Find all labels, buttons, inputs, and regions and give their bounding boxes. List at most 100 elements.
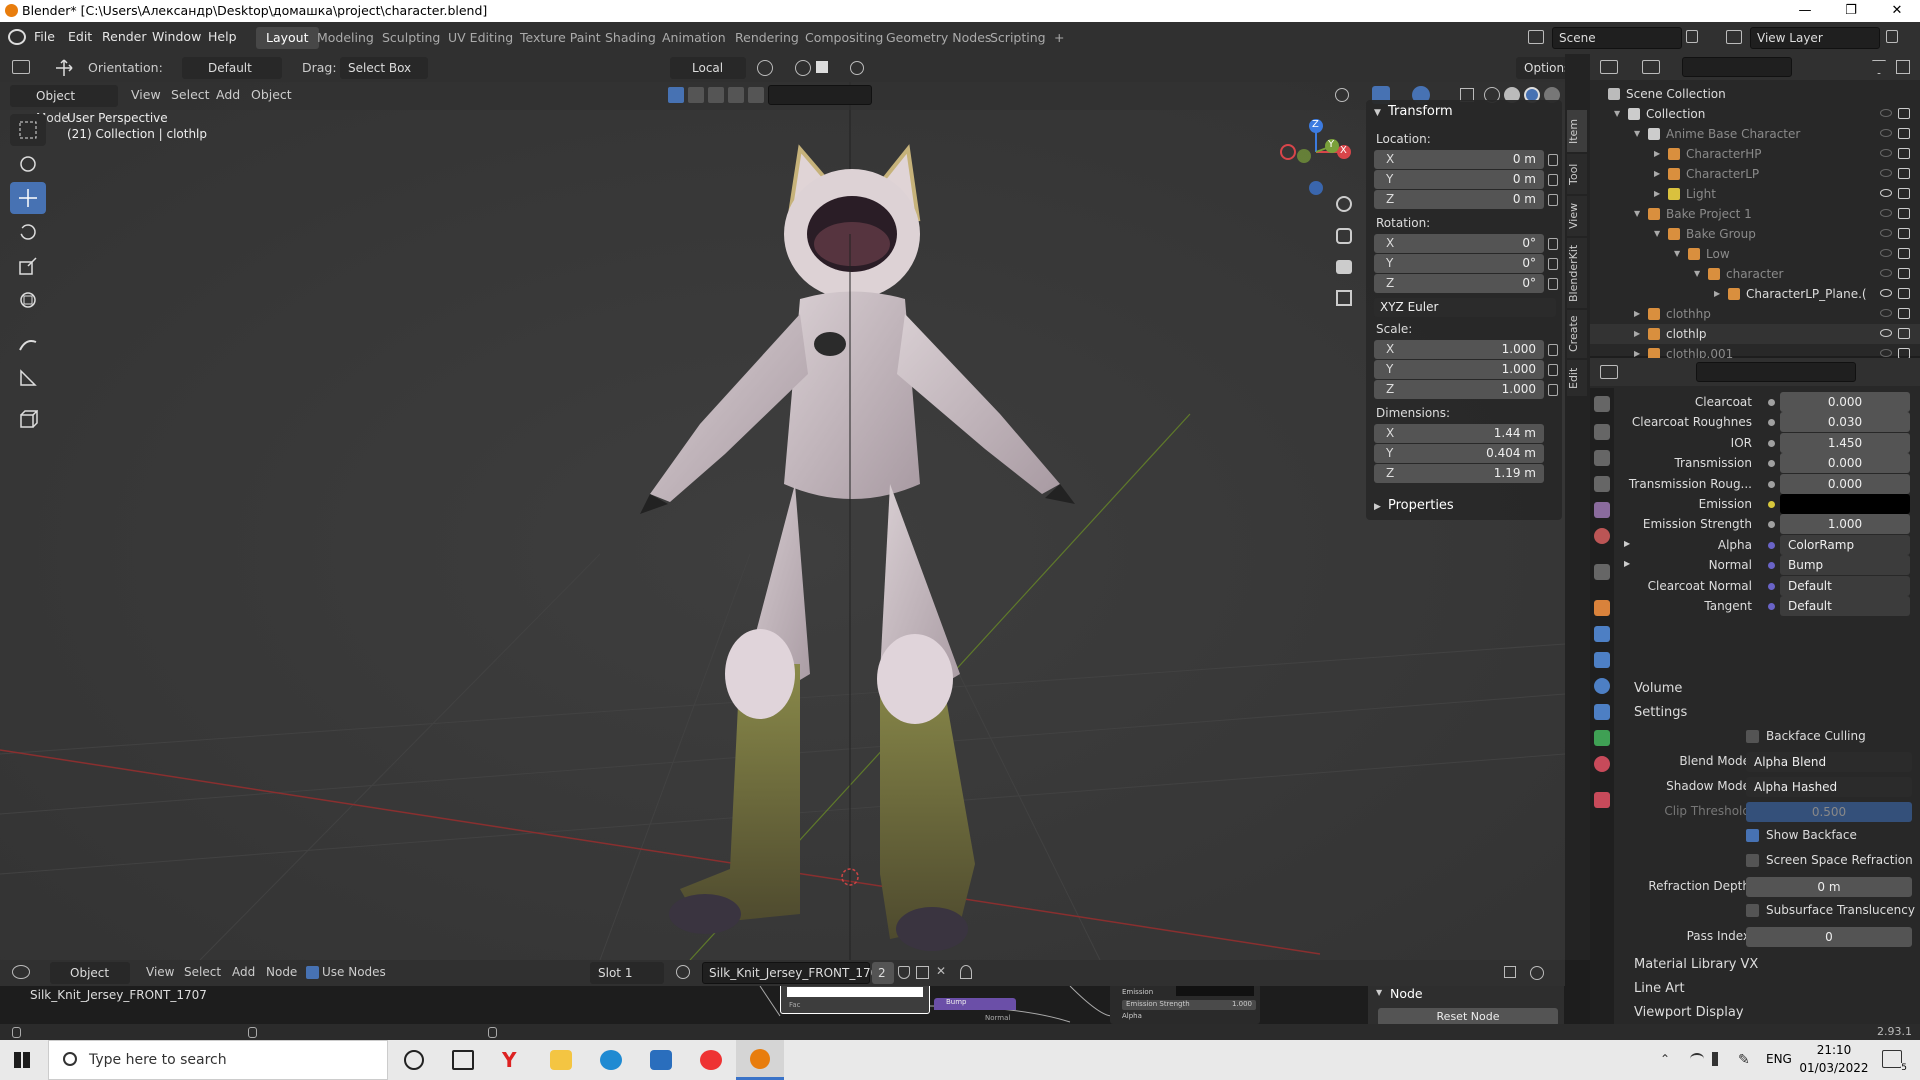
properties-search-field[interactable]	[1696, 362, 1856, 382]
input-value-field[interactable]: 0.000	[1780, 392, 1910, 412]
outliner-search-field[interactable]	[1682, 57, 1792, 77]
tool-scale[interactable]	[10, 250, 46, 282]
show-backface-checkbox[interactable]	[1746, 829, 1759, 842]
scale-z-field[interactable]: Z 1.000	[1374, 380, 1544, 399]
render-camera-icon[interactable]	[1898, 168, 1910, 179]
outliner-row[interactable]: ▼ character	[1590, 264, 1920, 284]
lock-icon[interactable]	[1548, 238, 1558, 250]
3d-viewport[interactable]: Orientation: Default Drag: Select Box Lo…	[0, 54, 1565, 960]
visibility-eye-icon[interactable]	[1880, 209, 1892, 217]
visibility-eye-icon[interactable]	[1880, 149, 1892, 157]
output-tab-icon[interactable]	[1594, 450, 1610, 466]
rotation-z-field[interactable]: Z 0°	[1374, 274, 1544, 293]
input-value-field[interactable]	[1780, 494, 1910, 514]
physics-tab-icon[interactable]	[1594, 678, 1610, 694]
visibility-eye-icon[interactable]	[1880, 189, 1892, 197]
parent-node-tree-icon[interactable]	[1504, 966, 1516, 978]
dimensions-y-field[interactable]: Y 0.404 m	[1374, 444, 1544, 463]
slot-dropdown[interactable]: Slot 1	[590, 962, 664, 984]
outliner-row[interactable]: ▶ clothlp	[1590, 324, 1920, 344]
visibility-eye-icon[interactable]	[1880, 329, 1892, 337]
material-name-field[interactable]: Silk_Knit_Jersey_FRONT_1707	[702, 962, 886, 984]
expand-arrow-icon[interactable]: ▶	[1714, 284, 1720, 304]
material-users-count[interactable]: 2	[872, 962, 894, 984]
input-value-field[interactable]: 0.000	[1780, 473, 1910, 494]
location-z-field[interactable]: Z0 m	[1374, 190, 1544, 209]
rotation-x-field[interactable]: X 0°	[1374, 234, 1544, 253]
settings-section[interactable]: Settings	[1614, 702, 1920, 724]
data-tab-icon[interactable]	[1594, 730, 1610, 746]
perspective-grid-icon[interactable]	[1336, 290, 1352, 306]
unlink-material-icon[interactable]: ✕	[936, 964, 946, 978]
backface-culling-checkbox[interactable]	[1746, 730, 1759, 743]
file-explorer-icon[interactable]	[550, 1050, 572, 1070]
pivot-dropdown[interactable]: Local	[670, 57, 746, 79]
tool-add-cube[interactable]	[10, 404, 46, 436]
viewport-menu-select[interactable]: Select	[171, 87, 210, 102]
windows-start-icon[interactable]	[14, 1052, 30, 1068]
n-tab-item[interactable]: Item	[1567, 110, 1587, 152]
collection-tab-icon[interactable]	[1594, 564, 1610, 580]
menu-window[interactable]: Window	[152, 29, 201, 44]
visibility-icon[interactable]	[1335, 88, 1349, 102]
lock-icon[interactable]	[1548, 258, 1558, 270]
scene-tab-icon[interactable]	[1594, 502, 1610, 518]
expand-arrow-icon[interactable]: ▶	[1634, 324, 1640, 344]
socket-dot-icon[interactable]	[1768, 582, 1775, 590]
maximize-button[interactable]: ❐	[1828, 0, 1874, 22]
scale-y-field[interactable]: Y 1.000	[1374, 360, 1544, 379]
select-mode-new-icon[interactable]	[668, 87, 684, 103]
pass-index-field[interactable]: 0	[1746, 927, 1912, 947]
properties-editor-type-icon[interactable]	[1600, 365, 1618, 379]
pan-hand-icon[interactable]	[1336, 228, 1352, 244]
tool-transform[interactable]	[10, 284, 46, 316]
scale-x-field[interactable]: X 1.000	[1374, 340, 1544, 359]
snap-target-icon[interactable]	[816, 61, 828, 73]
n-tab-tool[interactable]: Tool	[1567, 154, 1587, 194]
location-y-field[interactable]: Y0 m	[1374, 170, 1544, 189]
mail-icon[interactable]	[650, 1050, 672, 1070]
socket-dot-icon[interactable]	[1768, 501, 1775, 508]
input-value-field[interactable]: ColorRamp	[1780, 534, 1910, 555]
tray-chevron-icon[interactable]: ⌃	[1660, 1052, 1670, 1066]
collapse-arrow-icon[interactable]: ▼	[1374, 108, 1381, 118]
expand-arrow-icon[interactable]: ▼	[1674, 244, 1680, 264]
volume-section[interactable]: Volume	[1614, 678, 1920, 700]
language-indicator[interactable]: ENG	[1766, 1052, 1792, 1066]
emission-color-swatch[interactable]	[1176, 986, 1254, 996]
snap-icon[interactable]	[757, 60, 773, 76]
tool-cursor[interactable]	[10, 148, 46, 180]
tool-measure[interactable]	[10, 362, 46, 394]
outliner-row[interactable]: ▶ CharacterLP	[1590, 164, 1920, 184]
subsurface-translucency-checkbox[interactable]	[1746, 904, 1759, 917]
socket-dot-icon[interactable]	[1768, 480, 1775, 488]
task-view-icon[interactable]	[452, 1050, 474, 1070]
input-value-field[interactable]: Default	[1780, 575, 1910, 596]
outliner-row[interactable]: ▶ Light	[1590, 184, 1920, 204]
outliner-row[interactable]: ▼ Bake Group	[1590, 224, 1920, 244]
edge-icon[interactable]	[600, 1050, 622, 1070]
pin-icon[interactable]	[960, 965, 972, 979]
scene-field[interactable]: Scene	[1552, 27, 1682, 49]
render-camera-icon[interactable]	[1898, 148, 1910, 159]
transform-gizmo-icon[interactable]	[54, 58, 74, 78]
expand-arrow-icon[interactable]: ▶	[1654, 144, 1660, 164]
outliner-row[interactable]: ▶ CharacterLP_Plane.(	[1590, 284, 1920, 304]
render-camera-icon[interactable]	[1898, 208, 1910, 219]
lock-icon[interactable]	[1548, 384, 1558, 396]
outliner-row[interactable]: ▼ Bake Project 1	[1590, 204, 1920, 224]
input-value-field[interactable]: 0.030	[1780, 412, 1910, 433]
expand-arrow-icon[interactable]: ▶	[1654, 184, 1660, 204]
volume-icon[interactable]	[1712, 1052, 1726, 1066]
orientation-dropdown[interactable]: Default	[182, 57, 282, 79]
lock-icon[interactable]	[1548, 364, 1558, 376]
outliner-row[interactable]: ▼ Low	[1590, 244, 1920, 264]
outliner-editor-type-icon[interactable]	[1600, 60, 1618, 74]
expand-arrow-icon[interactable]: ▼	[1634, 124, 1640, 144]
lock-icon[interactable]	[1548, 278, 1558, 290]
render-camera-icon[interactable]	[1898, 288, 1910, 299]
select-mode-intersect-icon[interactable]	[748, 87, 764, 103]
tool-annotate[interactable]	[10, 328, 46, 360]
lock-icon[interactable]	[1548, 194, 1558, 206]
node-panel-title[interactable]: Node	[1390, 986, 1423, 1001]
